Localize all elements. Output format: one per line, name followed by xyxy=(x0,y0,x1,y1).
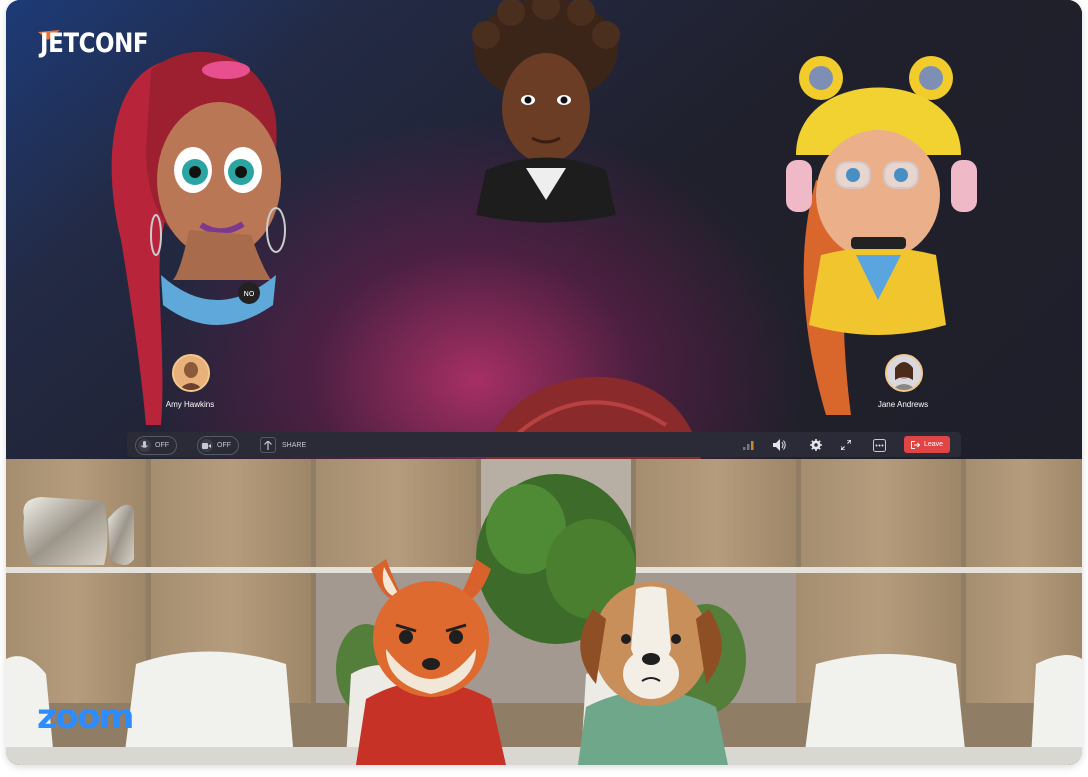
leave-exit-icon xyxy=(910,440,920,449)
more-options-icon[interactable] xyxy=(871,437,887,453)
mic-toggle-button[interactable]: OFF xyxy=(135,436,177,455)
camera-toggle-button[interactable]: OFF xyxy=(197,436,239,455)
leave-button[interactable]: Leave xyxy=(904,436,950,453)
jetconf-meeting-view: JETCONF NO Amy Hawkins Jane Andrews OFF … xyxy=(6,0,1082,459)
share-button[interactable]: SHARE xyxy=(260,437,306,453)
share-label: SHARE xyxy=(282,441,307,449)
microphone-icon xyxy=(138,439,151,452)
zoom-conference-room-scene xyxy=(6,459,1082,765)
amy-hawkins-photo xyxy=(174,356,208,390)
camera-status-label: OFF xyxy=(217,442,231,449)
network-signal-icon xyxy=(741,437,757,453)
avatar-jane-andrews xyxy=(786,56,977,415)
fullscreen-icon[interactable] xyxy=(838,437,854,453)
zoom-logo: zoom xyxy=(37,697,134,737)
mic-status-label: OFF xyxy=(155,442,169,449)
camera-icon xyxy=(200,439,213,452)
composite-card: JETCONF NO Amy Hawkins Jane Andrews OFF … xyxy=(6,0,1082,765)
avatar-center-participant xyxy=(472,0,620,223)
jane-andrews-photo xyxy=(887,356,921,390)
svg-text:NO: NO xyxy=(244,290,255,298)
volume-icon[interactable] xyxy=(772,437,788,453)
amy-hawkins-name: Amy Hawkins xyxy=(165,400,215,409)
jane-andrews-name: Jane Andrews xyxy=(877,400,929,409)
share-arrow-icon xyxy=(260,437,276,453)
meeting-control-bar: OFF OFF SHARE Leave xyxy=(127,432,961,457)
settings-gear-icon[interactable] xyxy=(808,437,824,453)
jane-andrews-thumbnail[interactable] xyxy=(885,354,923,392)
leave-label: Leave xyxy=(923,441,944,448)
zoom-meeting-view: zoom xyxy=(6,459,1082,765)
amy-hawkins-thumbnail[interactable] xyxy=(172,354,210,392)
